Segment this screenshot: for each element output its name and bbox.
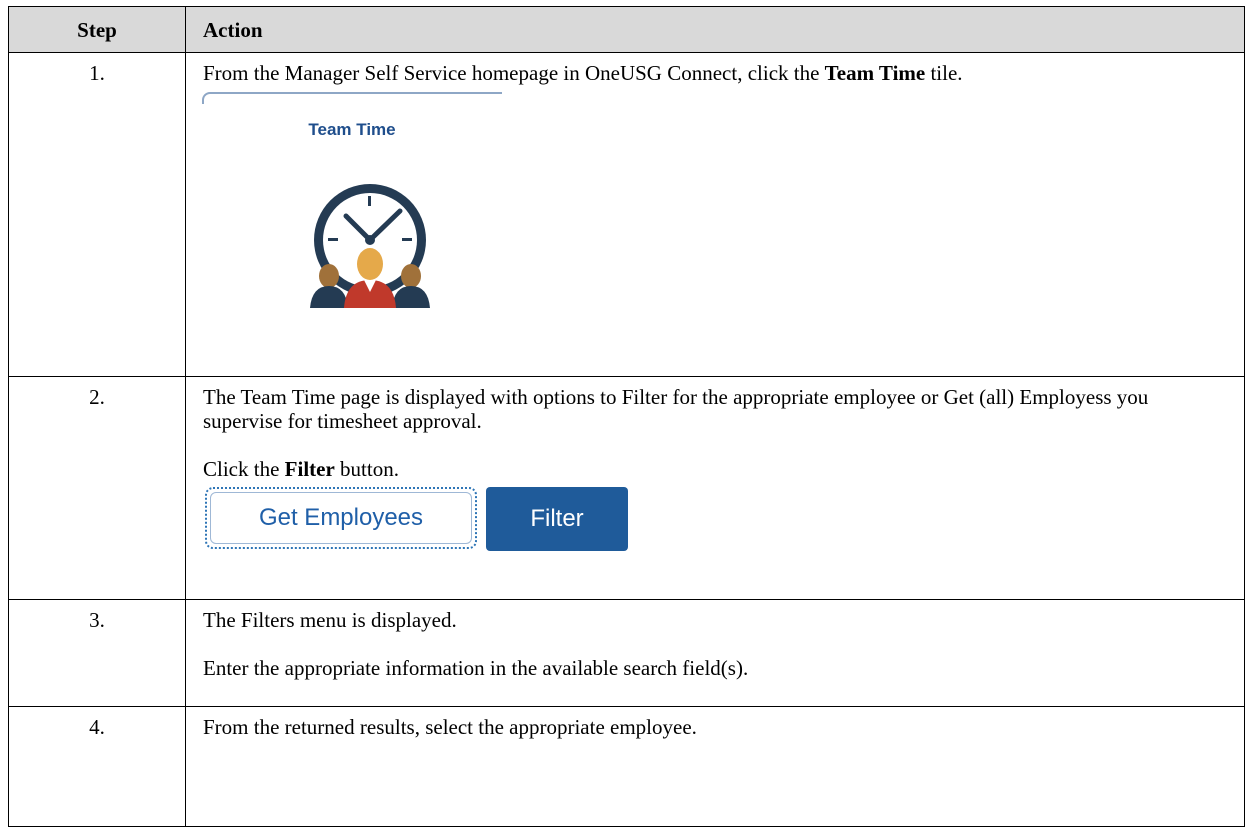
get-employees-label: Get Employees <box>258 504 424 531</box>
table-row: 4. From the returned results, select the… <box>8 706 1245 827</box>
get-employees-button[interactable]: Get Employees <box>205 487 477 549</box>
table-row: 2. The Team Time page is displayed with … <box>8 376 1245 600</box>
step-number: 4. <box>8 706 186 827</box>
step-instruction: Click the Filter button. <box>203 457 399 481</box>
team-time-tile[interactable]: Team Time <box>202 92 502 322</box>
action-header: Action <box>185 6 1245 53</box>
table-row: 3. The Filters menu is displayed. Enter … <box>8 599 1245 707</box>
bold-text: Filter <box>284 457 335 481</box>
tile-border <box>202 92 502 104</box>
bold-text: Team Time <box>824 61 926 85</box>
step-number: 2. <box>8 376 186 600</box>
step-header: Step <box>8 6 186 53</box>
action-cell: The Team Time page is displayed with opt… <box>185 376 1245 600</box>
step-description: The Filters menu is displayed. <box>203 608 457 632</box>
action-cell: From the Manager Self Service homepage i… <box>185 52 1245 377</box>
table-header-row: Step Action <box>8 6 1245 53</box>
filter-label: Filter <box>530 505 584 532</box>
table-row: 1. From the Manager Self Service homepag… <box>8 52 1245 377</box>
action-cell: From the returned results, select the ap… <box>185 706 1245 827</box>
step-instruction: From the returned results, select the ap… <box>203 715 697 739</box>
clock-team-icon <box>310 184 430 308</box>
step-instruction: Enter the appropriate information in the… <box>203 656 749 680</box>
action-cell: The Filters menu is displayed. Enter the… <box>185 599 1245 707</box>
step-number: 1. <box>8 52 186 377</box>
tile-title: Team Time <box>308 120 396 139</box>
filter-button[interactable]: Filter <box>486 487 628 551</box>
step-description: The Team Time page is displayed with opt… <box>203 385 1149 433</box>
button-group: Get Employees Filter <box>203 487 1232 553</box>
procedure-table: Step Action 1. From the Manager Self Ser… <box>8 6 1245 827</box>
step-number: 3. <box>8 599 186 707</box>
step-instruction: From the Manager Self Service homepage i… <box>203 61 963 85</box>
